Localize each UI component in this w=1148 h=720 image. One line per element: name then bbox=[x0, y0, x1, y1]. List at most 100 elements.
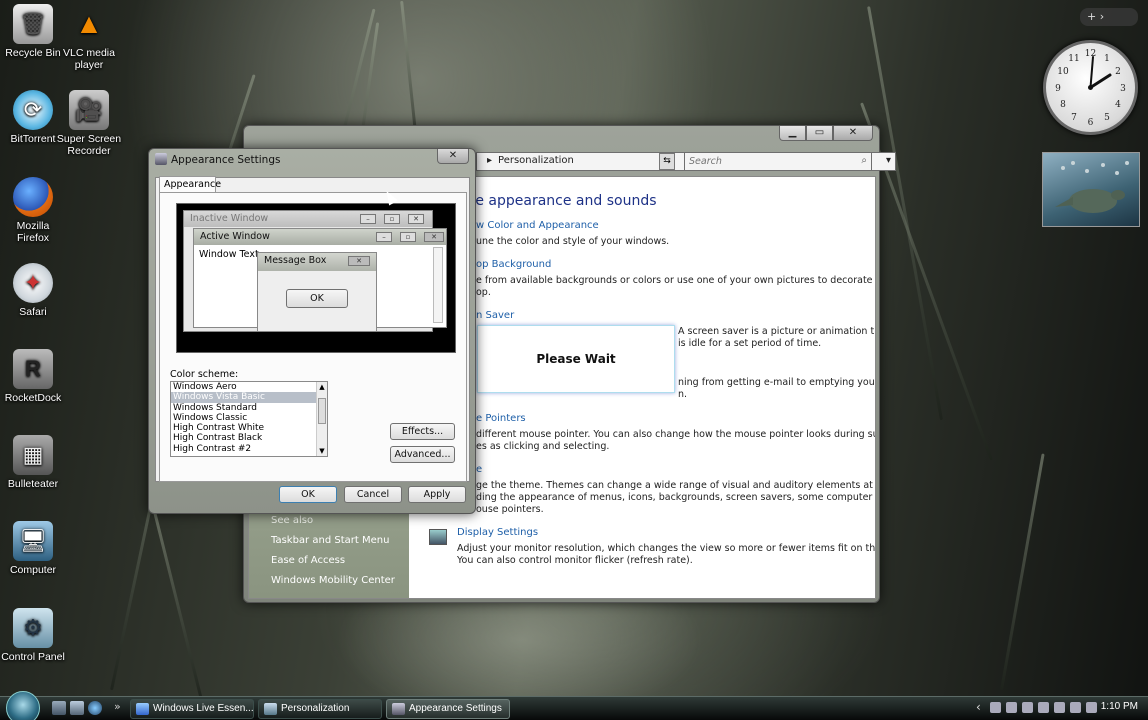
volume-icon[interactable] bbox=[1086, 702, 1097, 713]
camera-icon: 🎥 bbox=[69, 90, 109, 130]
desktop-icon-label: VLC media player bbox=[63, 47, 115, 71]
window-controls: ▁ ▭ ✕ bbox=[779, 126, 873, 141]
svg-text:5: 5 bbox=[1104, 113, 1110, 123]
list-scrollbar[interactable]: ▲ ▼ bbox=[316, 382, 327, 456]
desktop-icon-bulleteater[interactable]: ▦ Bulleteater bbox=[0, 435, 66, 490]
desktop-icon-label: Recycle Bin bbox=[5, 47, 61, 59]
desktop-icon-computer[interactable]: 🖥 Computer bbox=[0, 521, 66, 576]
tray-icon[interactable] bbox=[990, 702, 1001, 713]
scheme-option[interactable]: High Contrast White bbox=[171, 423, 327, 433]
search-box[interactable]: ⌕ bbox=[684, 152, 872, 171]
desktop-icon-label: RocketDock bbox=[4, 392, 62, 404]
apply-button[interactable]: Apply bbox=[408, 486, 466, 503]
svg-text:1: 1 bbox=[1104, 54, 1110, 64]
scheme-option[interactable]: Windows Aero bbox=[171, 382, 327, 392]
taskbar-item-label: Windows Live Essen... bbox=[153, 703, 254, 714]
tray-expand-button[interactable]: ‹ bbox=[976, 700, 981, 714]
svg-text:9: 9 bbox=[1055, 84, 1061, 94]
please-wait-dialog: Please Wait bbox=[477, 325, 675, 393]
minimize-icon: – bbox=[376, 232, 392, 242]
desktop-icon-rocketdock[interactable]: R RocketDock bbox=[0, 349, 66, 404]
bittorrent-icon: ⟳ bbox=[13, 90, 53, 130]
clock-gadget[interactable]: 12 1 2 3 45 6 78 9 10 11 bbox=[1043, 40, 1138, 135]
effects-button[interactable]: Effects... bbox=[390, 423, 455, 440]
scheme-option[interactable]: High Contrast #2 bbox=[171, 444, 327, 454]
internet-explorer-icon[interactable] bbox=[88, 701, 102, 715]
scheme-option[interactable]: High Contrast Black bbox=[171, 433, 327, 443]
control-panel-icon: ⚙ bbox=[13, 608, 53, 648]
scheme-option[interactable]: Windows Standard bbox=[171, 403, 327, 413]
turtle-photo-icon bbox=[1055, 161, 1129, 213]
maximize-icon: ▫ bbox=[400, 232, 416, 242]
minimize-button[interactable]: ▁ bbox=[779, 126, 806, 141]
scroll-thumb[interactable] bbox=[318, 398, 326, 425]
network-icon[interactable] bbox=[1038, 702, 1049, 713]
svg-text:3: 3 bbox=[1120, 84, 1126, 94]
svg-text:11: 11 bbox=[1068, 54, 1079, 64]
section-title-theme[interactable]: e bbox=[476, 464, 482, 475]
section-desc-display-settings: Adjust your monitor resolution, which ch… bbox=[457, 543, 876, 566]
svg-text:10: 10 bbox=[1057, 67, 1069, 77]
close-icon: ✕ bbox=[348, 256, 370, 266]
desktop-icon-control-panel[interactable]: ⚙ Control Panel bbox=[0, 608, 66, 663]
section-title-background[interactable]: op Background bbox=[476, 259, 551, 270]
section-title-screen-saver[interactable]: n Saver bbox=[476, 310, 514, 321]
sidebar-add-gadget-button[interactable]: + › bbox=[1080, 8, 1138, 26]
start-button[interactable] bbox=[6, 691, 40, 720]
close-button[interactable]: ✕ bbox=[437, 149, 469, 164]
scheme-option[interactable]: Windows Classic bbox=[171, 413, 327, 423]
tab-appearance[interactable]: Appearance bbox=[159, 176, 221, 193]
quick-launch-chevron[interactable]: » bbox=[114, 700, 121, 713]
tray-icon[interactable] bbox=[1006, 702, 1017, 713]
show-desktop-icon[interactable] bbox=[52, 701, 66, 715]
section-desc-sounds: ning from getting e-mail to emptying you… bbox=[678, 377, 875, 400]
appearance-settings-dialog[interactable]: Appearance Settings ✕ Appearance Inactiv… bbox=[148, 148, 476, 514]
desktop-icon-vlc[interactable]: ▲ VLC media player bbox=[56, 4, 122, 72]
desktop-icon-label: BitTorrent bbox=[10, 133, 56, 145]
advanced-button[interactable]: Advanced... bbox=[390, 446, 455, 463]
windows-live-icon bbox=[136, 703, 149, 715]
scroll-down-icon: ▼ bbox=[319, 446, 325, 455]
svg-text:12: 12 bbox=[1085, 49, 1096, 59]
search-input[interactable] bbox=[685, 153, 845, 170]
taskbar-item-personalization[interactable]: Personalization bbox=[258, 699, 382, 719]
chevron-right-icon: › bbox=[1099, 10, 1105, 23]
scheme-option-selected[interactable]: Windows Vista Basic bbox=[171, 392, 327, 403]
color-scheme-label: Color scheme: bbox=[170, 369, 239, 380]
color-scheme-list[interactable]: Windows Aero Windows Vista Basic Windows… bbox=[170, 381, 328, 457]
desktop-icon-safari[interactable]: ✦ Safari bbox=[0, 263, 66, 318]
safari-compass-icon: ✦ bbox=[13, 263, 53, 303]
appearance-icon bbox=[392, 703, 405, 715]
desktop-icon-firefox[interactable]: Mozilla Firefox bbox=[0, 177, 66, 244]
ok-button[interactable]: OK bbox=[279, 486, 337, 503]
close-icon: ✕ bbox=[408, 214, 424, 224]
scheme-preview: Inactive Window – ▫ ✕ Active Window – ▫ … bbox=[176, 203, 456, 353]
tray-icon[interactable] bbox=[1070, 702, 1081, 713]
desktop-icon-label: Control Panel bbox=[1, 651, 65, 663]
section-title-mouse-pointers[interactable]: e Pointers bbox=[476, 413, 526, 424]
taskbar-item-label: Appearance Settings bbox=[409, 703, 502, 714]
vlc-cone-icon: ▲ bbox=[75, 8, 103, 39]
tray-icon[interactable] bbox=[1054, 702, 1065, 713]
link-taskbar-start-menu[interactable]: Taskbar and Start Menu bbox=[271, 535, 389, 546]
desktop-icon-super-screen-recorder[interactable]: 🎥 Super Screen Recorder bbox=[56, 90, 122, 157]
close-button[interactable]: ✕ bbox=[833, 126, 873, 141]
taskbar-item-appearance-settings[interactable]: Appearance Settings bbox=[386, 699, 510, 719]
cancel-button[interactable]: Cancel bbox=[344, 486, 402, 503]
taskbar-item-windows-live[interactable]: Windows Live Essen... bbox=[130, 699, 254, 719]
maximize-button[interactable]: ▭ bbox=[806, 126, 833, 141]
preview-scrollbar bbox=[433, 247, 443, 323]
section-title-color[interactable]: w Color and Appearance bbox=[476, 220, 599, 231]
personalization-icon bbox=[264, 703, 277, 715]
section-title-display-settings[interactable]: Display Settings bbox=[457, 527, 538, 538]
clock-time[interactable]: 1:10 PM bbox=[1101, 701, 1138, 712]
window-controls: ✕ bbox=[437, 149, 469, 164]
maximize-icon: ▫ bbox=[384, 214, 400, 224]
refresh-button[interactable]: ⇆ bbox=[659, 153, 675, 170]
link-ease-of-access[interactable]: Ease of Access bbox=[271, 555, 345, 566]
appearance-icon bbox=[155, 153, 167, 165]
switch-windows-icon[interactable] bbox=[70, 701, 84, 715]
slideshow-gadget[interactable] bbox=[1042, 152, 1140, 227]
tray-icon[interactable] bbox=[1022, 702, 1033, 713]
link-windows-mobility-center[interactable]: Windows Mobility Center bbox=[271, 575, 395, 586]
